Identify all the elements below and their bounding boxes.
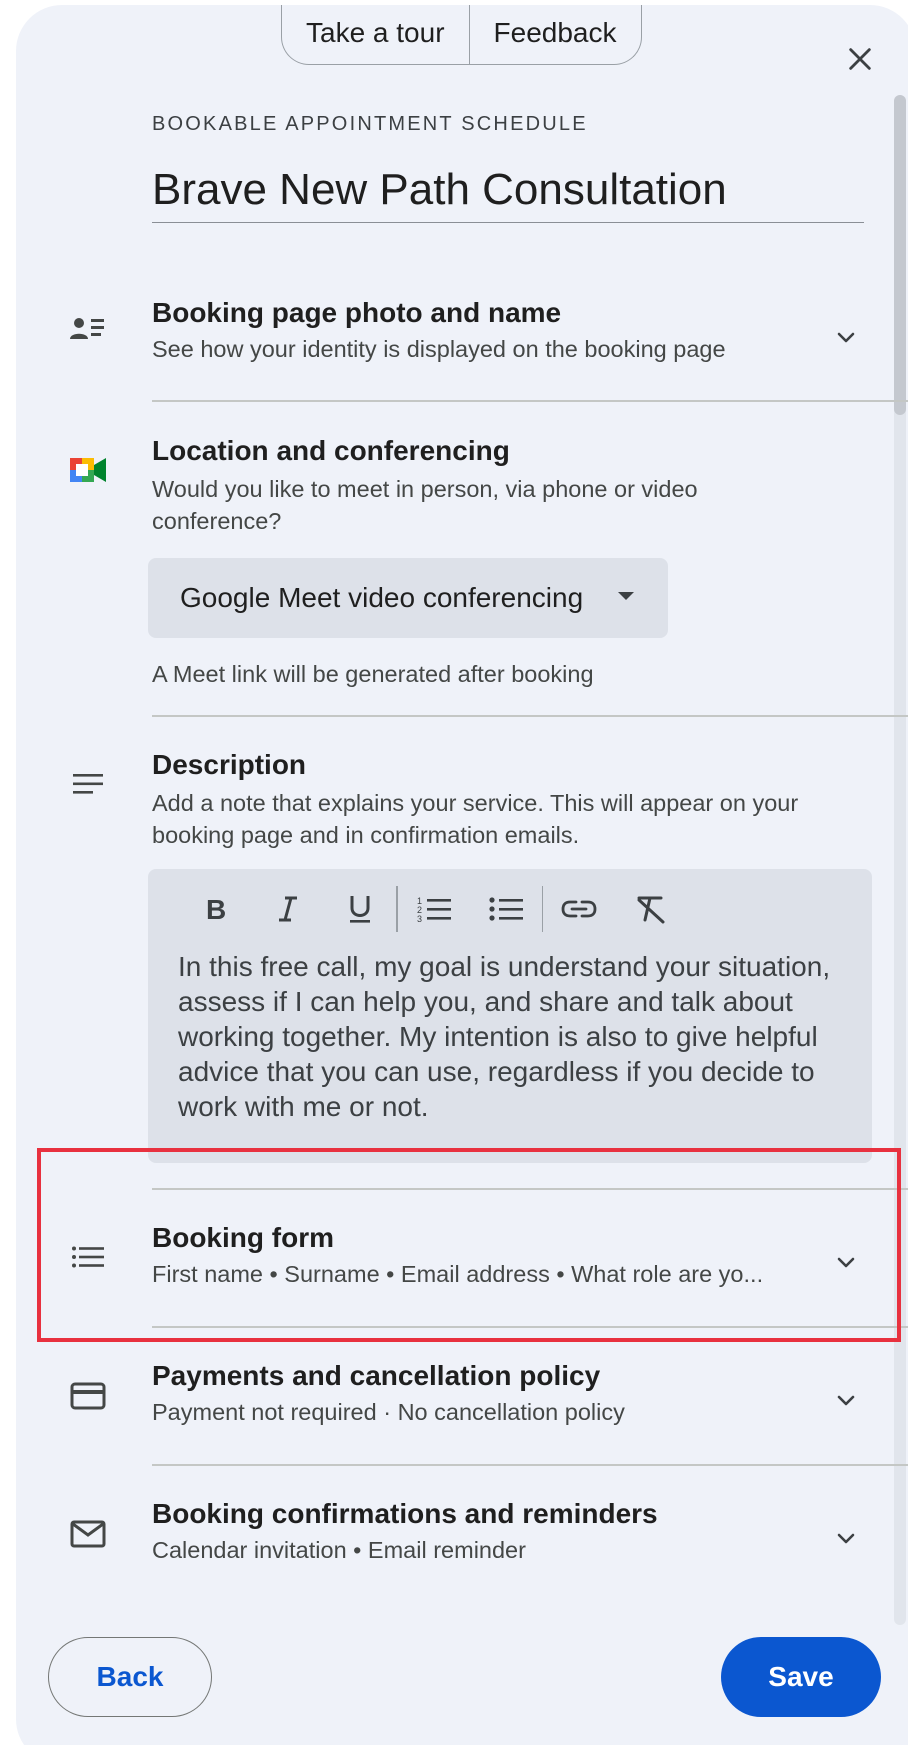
payments-expand-button[interactable] bbox=[826, 1380, 866, 1420]
schedule-editor-panel: Take a tour Feedback BOOKABLE APPOINTMEN… bbox=[16, 5, 908, 1745]
svg-text:B: B bbox=[206, 895, 226, 923]
mail-icon bbox=[64, 1510, 112, 1558]
location-subtitle: Would you like to meet in person, via ph… bbox=[152, 476, 698, 534]
bold-button[interactable]: B bbox=[180, 881, 252, 937]
section-divider bbox=[152, 715, 908, 717]
chevron-down-icon bbox=[837, 1395, 855, 1406]
booking-page-expand-button[interactable] bbox=[826, 317, 866, 357]
notes-icon bbox=[64, 760, 112, 808]
bulleted-list-icon bbox=[488, 897, 523, 921]
numbered-list-button[interactable]: 1 2 3 bbox=[398, 881, 470, 937]
bold-icon: B bbox=[206, 895, 226, 923]
scrollbar-thumb[interactable] bbox=[894, 95, 906, 415]
confirmations-expand-button[interactable] bbox=[826, 1518, 866, 1558]
description-title: Description bbox=[152, 749, 307, 780]
confirmations-subtitle: Calendar invitation • Email reminder bbox=[152, 1537, 526, 1563]
chevron-down-icon bbox=[837, 1533, 855, 1544]
dropdown-caret-icon bbox=[618, 592, 634, 600]
editor-toolbar: B 1 2 3 bbox=[180, 881, 687, 937]
person-list-icon bbox=[64, 305, 112, 353]
conferencing-select[interactable]: Google Meet video conferencing bbox=[148, 558, 668, 638]
description-subtitle: Add a note that explains your service. T… bbox=[152, 790, 799, 848]
italic-icon bbox=[279, 896, 297, 922]
take-a-tour-button[interactable]: Take a tour bbox=[282, 5, 469, 64]
booking-page-title: Booking page photo and name bbox=[152, 297, 562, 328]
link-icon bbox=[561, 900, 597, 918]
underline-button[interactable] bbox=[324, 881, 396, 937]
top-tabs: Take a tour Feedback bbox=[281, 5, 642, 65]
underline-icon bbox=[350, 896, 370, 923]
booking-form-highlight bbox=[37, 1148, 901, 1342]
clear-format-icon bbox=[637, 896, 665, 924]
meet-link-hint: A Meet link will be generated after book… bbox=[152, 661, 594, 687]
back-button[interactable]: Back bbox=[48, 1637, 212, 1717]
payments-title: Payments and cancellation policy bbox=[152, 1360, 601, 1391]
description-text[interactable]: In this free call, my goal is understand… bbox=[178, 949, 838, 1124]
schedule-type-label: BOOKABLE APPOINTMENT SCHEDULE bbox=[152, 113, 588, 135]
payments-subtitle: Payment not required · No cancellation p… bbox=[152, 1399, 625, 1425]
booking-page-subtitle: See how your identity is displayed on th… bbox=[152, 336, 726, 362]
chevron-down-icon bbox=[837, 332, 855, 343]
description-editor[interactable]: B 1 2 3 In this free call, my goal is un… bbox=[148, 869, 872, 1163]
section-divider bbox=[152, 1464, 908, 1466]
close-button[interactable] bbox=[836, 35, 884, 83]
schedule-title-input[interactable]: Brave New Path Consultation bbox=[152, 165, 864, 223]
location-title: Location and conferencing bbox=[152, 435, 510, 466]
link-button[interactable] bbox=[543, 881, 615, 937]
bulleted-list-button[interactable] bbox=[470, 881, 542, 937]
google-meet-icon bbox=[64, 446, 112, 494]
italic-button[interactable] bbox=[252, 881, 324, 937]
numbered-list-icon: 1 2 3 bbox=[417, 896, 451, 923]
clear-format-button[interactable] bbox=[615, 881, 687, 937]
feedback-button[interactable]: Feedback bbox=[468, 5, 641, 64]
confirmations-title: Booking confirmations and reminders bbox=[152, 1498, 658, 1529]
scrollbar[interactable] bbox=[894, 95, 906, 1625]
credit-card-icon bbox=[64, 1372, 112, 1420]
section-divider bbox=[152, 400, 908, 402]
close-icon bbox=[849, 48, 871, 70]
svg-text:3: 3 bbox=[417, 914, 422, 923]
save-button[interactable]: Save bbox=[721, 1637, 881, 1717]
conferencing-select-value: Google Meet video conferencing bbox=[180, 582, 584, 613]
